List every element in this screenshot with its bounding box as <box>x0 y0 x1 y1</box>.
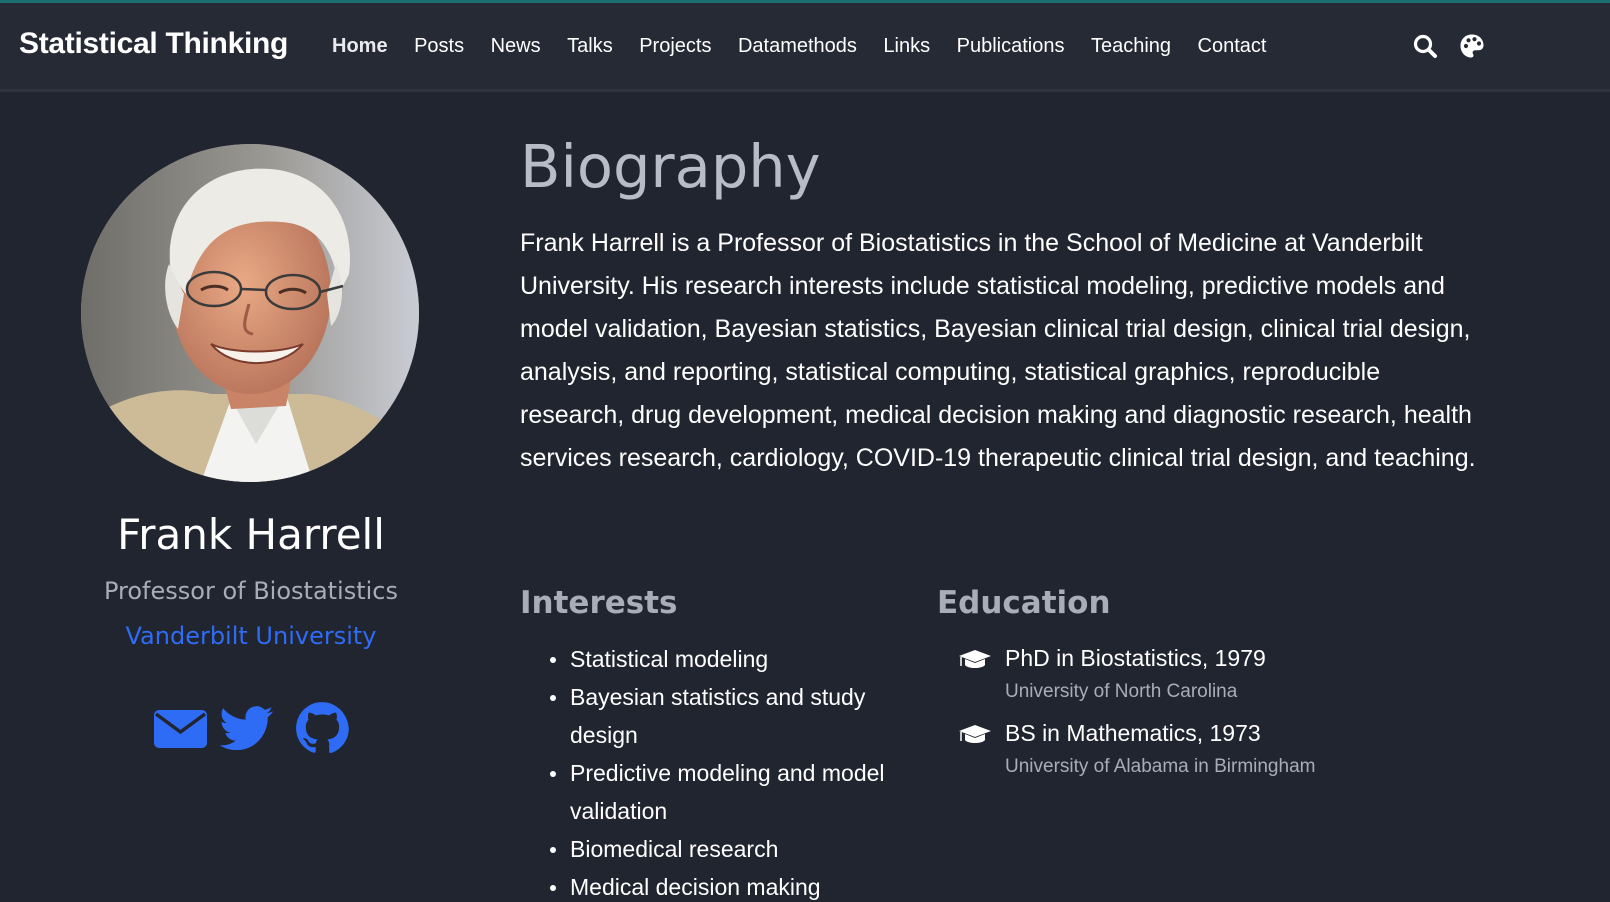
avatar <box>81 144 419 482</box>
github-icon[interactable] <box>295 700 349 756</box>
twitter-icon[interactable] <box>220 700 274 756</box>
nav-datamethods[interactable]: Datamethods <box>738 35 857 58</box>
navbar: Statistical Thinking Home Posts News Tal… <box>0 3 1610 92</box>
list-item: Statistical modeling <box>550 640 920 678</box>
list-item: Predictive modeling and model validation <box>550 754 920 830</box>
nav-publications[interactable]: Publications <box>957 35 1065 58</box>
graduation-cap-icon <box>959 650 991 668</box>
biography-text: Frank Harrell is a Professor of Biostati… <box>520 229 1476 472</box>
palette-icon[interactable] <box>1459 33 1485 59</box>
education-degree: PhD in Biostatistics, 1979 <box>1005 645 1266 671</box>
nav-news[interactable]: News <box>491 35 541 58</box>
graduation-cap-icon <box>959 725 991 743</box>
nav-contact[interactable]: Contact <box>1198 35 1267 58</box>
education-institution: University of Alabama in Birmingham <box>1005 756 1316 777</box>
interests-list: Statistical modeling Bayesian statistics… <box>550 640 920 902</box>
education-institution: University of North Carolina <box>1005 681 1238 702</box>
interests-title: Interests <box>520 585 678 621</box>
profile-role: Professor of Biostatistics <box>103 577 399 605</box>
nav-links-page[interactable]: Links <box>883 35 930 58</box>
biography-title: Biography <box>520 132 821 201</box>
nav-talks[interactable]: Talks <box>567 35 613 58</box>
list-item: Bayesian statistics and study design <box>550 678 920 754</box>
nav-home[interactable]: Home <box>332 35 388 58</box>
nav-projects[interactable]: Projects <box>639 35 711 58</box>
profile-photo <box>81 144 419 482</box>
education-degree: BS in Mathematics, 1973 <box>1005 720 1261 746</box>
profile-name: Frank Harrell <box>117 510 385 559</box>
profile-organization[interactable]: Vanderbilt University <box>0 622 502 650</box>
nav-teaching[interactable]: Teaching <box>1091 35 1171 58</box>
nav-posts[interactable]: Posts <box>414 35 464 58</box>
search-icon[interactable] <box>1412 33 1438 59</box>
education-title: Education <box>937 585 1111 621</box>
site-brand[interactable]: Statistical Thinking <box>19 27 288 61</box>
list-item: Medical decision making <box>550 868 920 902</box>
envelope-icon[interactable] <box>154 700 207 756</box>
list-item: Biomedical research <box>550 830 920 868</box>
nav-links: Home Posts News Talks Projects Datametho… <box>332 35 1293 58</box>
